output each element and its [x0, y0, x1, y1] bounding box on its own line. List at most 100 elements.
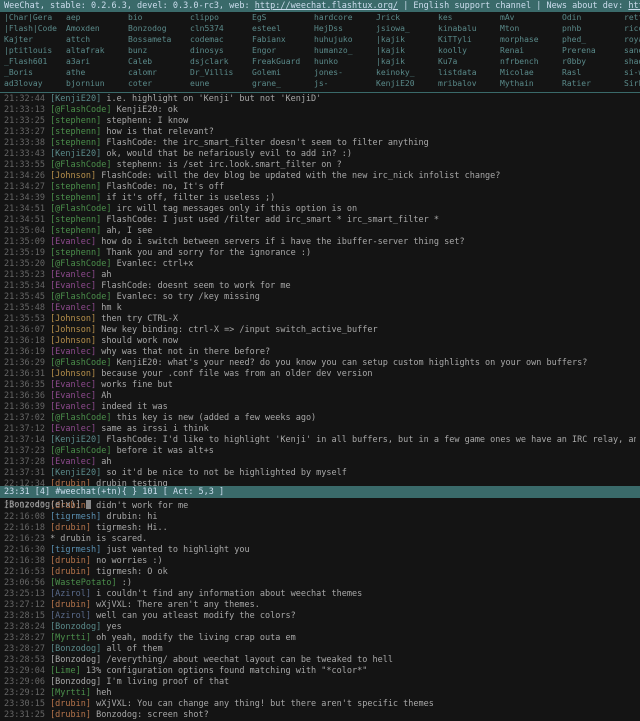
nick: coter [128, 79, 190, 88]
nick-label: [tigrmesh] [50, 512, 106, 522]
nick: bjorniun [66, 79, 128, 88]
chat-line: 21:34:26 [Johnson] FlashCode: will the d… [4, 171, 636, 182]
timestamp: 21:35:09 [4, 237, 50, 247]
timestamp: 23:06:56 [4, 578, 50, 588]
chat-line: 21:37:14 [KenjiE20] FlashCode: I'd like … [4, 435, 636, 446]
nick-label: [stephenn] [50, 215, 106, 225]
nick-label: [@FlashCode] [50, 204, 117, 214]
chat-line: 21:34:51 [stephenn] FlashCode: I just us… [4, 215, 636, 226]
nick: phed_ [562, 35, 624, 44]
nick: Micolae [500, 68, 562, 77]
timestamp: 21:36:07 [4, 325, 50, 335]
nick: KenjiE20 [376, 79, 438, 88]
timestamp: 21:36:31 [4, 369, 50, 379]
message-text: * drubin is scared. [50, 534, 147, 544]
timestamp: 23:29:06 [4, 677, 50, 687]
nick: Mton [500, 24, 562, 33]
message-text: so it'd be nice to not be highlighted by… [106, 468, 347, 478]
nick-label: [Johnson] [50, 325, 101, 335]
message-text: wXjVXL: You can change any thing! but th… [96, 699, 434, 709]
chat-line: 21:37:28 [Evanlec] ah [4, 457, 636, 468]
nick: Mythain [500, 79, 562, 88]
nick: SirFoxey [624, 79, 640, 88]
message-text: oh yeah, modify the living crap outa em [96, 633, 296, 643]
nick-label: [Johnson] [50, 369, 101, 379]
nick-label: [KenjiE20] [50, 149, 106, 159]
chat-line: 22:16:08 [tigrmesh] drubin: hi [4, 512, 636, 523]
timestamp: 21:36:18 [4, 336, 50, 346]
nick-label: [Azirol] [50, 611, 96, 621]
nick: bio [128, 13, 190, 22]
nick-label: [Evanlec] [50, 237, 101, 247]
nick: jones- [314, 68, 376, 77]
nick: Ku7a [438, 57, 500, 66]
link-website[interactable]: http://weechat.flashtux.org/ [255, 1, 398, 11]
timestamp: 21:33:27 [4, 127, 50, 137]
nick-label: [KenjiE20] [50, 435, 106, 445]
message-text: works fine but [101, 380, 173, 390]
status-activity: Act: 5,3 [173, 487, 214, 497]
app-name: WeeChat, stable: 0.2.6.3, devel: 0.3.0-r… [4, 1, 250, 11]
chat-line: 22:16:23 * drubin is scared. [4, 534, 636, 545]
nick-label: [stephenn] [50, 193, 106, 203]
input-bar[interactable]: [Bonzodog(elx)] [0, 499, 640, 511]
message-text: i couldn't find any information about we… [96, 589, 362, 599]
nick-label: [Johnson] [50, 171, 101, 181]
message-text: same as irssi i think [101, 424, 208, 434]
message-text: before it was alt+s [117, 446, 214, 456]
nick-label: [KenjiE20] [50, 468, 106, 478]
message-text: Evanlec: ctrl+x [117, 259, 194, 269]
timestamp: 21:33:13 [4, 105, 50, 115]
chat-line: 21:34:27 [stephenn] FlashCode: no, It's … [4, 182, 636, 193]
chat-line: 23:27:12 [drubin] wXjVXL: There aren't a… [4, 600, 636, 611]
message-text: FlashCode: no, It's off [106, 182, 224, 192]
nick: _Flash601 [4, 57, 66, 66]
nick: altafrak [66, 46, 128, 55]
timestamp: 22:16:08 [4, 512, 50, 522]
nick-label: [@FlashCode] [50, 160, 117, 170]
nick-label: [Evanlec] [50, 380, 101, 390]
nick-label: [stephenn] [50, 127, 106, 137]
message-text: i.e. highlight on 'Kenji' but not 'Kenji… [106, 94, 321, 104]
timestamp: 21:33:43 [4, 149, 50, 159]
nick-label: [Myrtti] [50, 633, 96, 643]
nick-label: [stephenn] [50, 138, 106, 148]
nick-label: [Evanlec] [50, 391, 101, 401]
nick: shade [624, 57, 640, 66]
message-text: just wanted to highlight you [106, 545, 249, 555]
message-text: heh [96, 688, 111, 698]
timestamp: 21:33:55 [4, 160, 50, 170]
nick: KiTTyli [438, 35, 500, 44]
timestamp: 21:36:35 [4, 380, 50, 390]
link-dev[interactable]: http://dev.weechat.org/ [628, 1, 640, 11]
nick-label: [@FlashCode] [50, 292, 117, 302]
nick: kinabalu [438, 24, 500, 33]
nick-label: [Evanlec] [50, 347, 101, 357]
nick: mribalov [438, 79, 500, 88]
message-text: FlashCode: will the dev blog be updated … [101, 171, 500, 181]
nick-label: [Bonzodog] [50, 644, 106, 654]
message-text: wXjVXL: There aren't any themes. [96, 600, 260, 610]
chat-line: 21:34:51 [@FlashCode] irc will tag messa… [4, 204, 636, 215]
nick: FreakGuard [252, 57, 314, 66]
nick-label: [stephenn] [50, 116, 106, 126]
chat-line: 23:28:27 [Bonzodog] all of them [4, 644, 636, 655]
timestamp: 23:28:15 [4, 611, 50, 621]
timestamp: 21:37:12 [4, 424, 50, 434]
status-channel: #weechat(+tn){ [55, 487, 127, 497]
chat-line: 21:35:48 [Evanlec] hm k [4, 303, 636, 314]
nick: nfrbench [500, 57, 562, 66]
chat-line: 23:30:15 [drubin] wXjVXL: You can change… [4, 699, 636, 710]
chat-line: 21:33:25 [stephenn] stephenn: I know [4, 116, 636, 127]
nick: attch [66, 35, 128, 44]
nick: a3ari [66, 57, 128, 66]
timestamp: 21:36:29 [4, 358, 50, 368]
chat-line: 22:16:38 [drubin] no worries :) [4, 556, 636, 567]
timestamp: 21:35:53 [4, 314, 50, 324]
nick: hunko [314, 57, 376, 66]
message-text: hm k [101, 303, 121, 313]
nick-label: [stephenn] [50, 248, 106, 258]
nick-label: [drubin] [50, 523, 96, 533]
timestamp: 21:32:44 [4, 94, 50, 104]
chat-log: 21:32:44 [KenjiE20] i.e. highlight on 'K… [0, 94, 640, 721]
